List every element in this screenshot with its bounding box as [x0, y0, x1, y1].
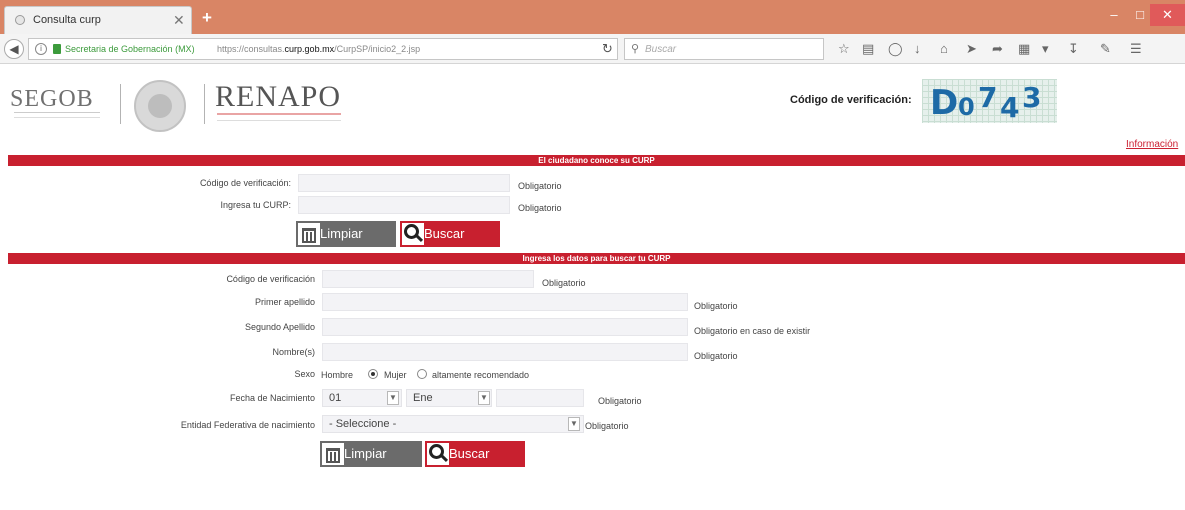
curp-required: Obligatorio	[518, 203, 562, 213]
birth-year-input[interactable]	[496, 389, 584, 407]
code-input[interactable]	[298, 174, 510, 192]
url-text: https://consultas.curp.gob.mx/CurpSP/ini…	[217, 44, 421, 54]
captcha-char: 3	[1022, 81, 1042, 114]
birthplace-label: Entidad Federativa de nacimiento	[180, 420, 315, 430]
sex-label: Sexo	[294, 369, 315, 379]
info-icon[interactable]: i	[35, 43, 47, 55]
logo-divider	[204, 84, 205, 124]
code-label: Código de verificación:	[199, 178, 291, 188]
trash-icon	[322, 443, 344, 465]
clear-button[interactable]: Limpiar	[296, 221, 396, 247]
second-surname-label: Segundo Apellido	[244, 322, 315, 332]
lock-icon[interactable]	[53, 44, 61, 54]
address-bar[interactable]: i Secretaria de Gobernación (MX) https:/…	[28, 38, 618, 60]
renapo-logo-subtext	[217, 113, 341, 121]
code-label: Código de verificación	[226, 274, 315, 284]
sex-female-radio[interactable]	[417, 369, 427, 379]
logo-divider	[120, 84, 121, 124]
name-required: Obligatorio	[694, 351, 738, 361]
segob-logo: SEGOB	[10, 86, 94, 112]
captcha-char: 4	[1000, 91, 1020, 124]
code-required: Obligatorio	[518, 181, 562, 191]
captcha-label: Código de verificación:	[790, 94, 912, 106]
search-button[interactable]: Buscar	[425, 441, 525, 467]
magnifier-icon	[402, 223, 424, 245]
bookmark-star-icon[interactable]: ☆	[838, 41, 850, 57]
share-icon[interactable]: ➦	[992, 41, 1003, 57]
chevron-down-icon[interactable]: ▼	[387, 391, 399, 405]
search-button[interactable]: Buscar	[400, 221, 500, 247]
chevron-down-icon[interactable]: ▼	[568, 417, 580, 431]
site-identity: Secretaria de Gobernación (MX)	[65, 44, 195, 54]
reload-icon[interactable]: ↻	[602, 41, 613, 57]
browser-navbar: ◀ i Secretaria de Gobernación (MX) https…	[0, 34, 1185, 64]
name-label: Nombre(s)	[272, 347, 315, 357]
captcha-image: D 0 7 4 3	[922, 79, 1057, 124]
new-tab-button[interactable]: +	[197, 9, 217, 27]
tab-title: Consulta curp	[33, 14, 101, 26]
back-button[interactable]: ◀	[4, 39, 24, 59]
second-surname-input[interactable]	[322, 318, 688, 336]
globe-icon	[15, 15, 25, 25]
browser-tab[interactable]: Consulta curp ✕	[4, 6, 192, 34]
sex-male-radio[interactable]	[368, 369, 378, 379]
download-icon[interactable]: ↓	[914, 41, 921, 56]
section1-banner: El ciudadano conoce su CURP	[8, 155, 1185, 166]
search-placeholder: Buscar	[645, 44, 677, 55]
pen-icon[interactable]: ✎	[1100, 41, 1111, 57]
second-surname-required: Obligatorio en caso de existir	[694, 326, 811, 336]
clear-button[interactable]: Limpiar	[320, 441, 422, 467]
close-tab-icon[interactable]: ✕	[173, 12, 185, 29]
first-surname-label: Primer apellido	[254, 297, 315, 307]
birthplace-select[interactable]: - Seleccione -	[322, 415, 584, 433]
chevron-down-icon[interactable]: ▼	[478, 391, 490, 405]
send-icon[interactable]: ➤	[966, 41, 977, 57]
magnifier-icon	[427, 443, 449, 465]
segob-logo-subtext	[14, 112, 100, 118]
curp-label: Ingresa tu CURP:	[220, 200, 291, 210]
trash-icon	[298, 223, 320, 245]
captcha-char: D	[930, 83, 959, 123]
download-arrow-icon[interactable]: ↧	[1068, 41, 1079, 57]
sex-note: altamente recomendado	[432, 370, 530, 380]
birthdate-required: Obligatorio	[598, 396, 642, 406]
renapo-logo: RENAPO	[215, 80, 342, 113]
code-required: Obligatorio	[542, 278, 586, 288]
reading-list-icon[interactable]: ▤	[862, 41, 874, 57]
captcha-char: 0	[958, 93, 975, 121]
search-bar[interactable]: ⚲ Buscar	[624, 38, 824, 60]
first-surname-input[interactable]	[322, 293, 688, 311]
national-seal-logo	[134, 80, 186, 132]
code-input[interactable]	[322, 270, 534, 288]
birthplace-required: Obligatorio	[585, 421, 629, 431]
dropdown-chevron-icon[interactable]: ▾	[1042, 41, 1049, 57]
sex-female-label: Mujer	[384, 370, 407, 380]
search-icon: ⚲	[631, 43, 640, 55]
first-surname-required: Obligatorio	[694, 301, 738, 311]
info-link[interactable]: Información	[1126, 139, 1178, 150]
birthdate-label: Fecha de Nacimiento	[229, 393, 315, 403]
sex-male-label: Hombre	[321, 370, 354, 380]
window-close-button[interactable]: ✕	[1150, 4, 1185, 26]
menu-icon[interactable]: ☰	[1130, 41, 1142, 57]
curp-input[interactable]	[298, 196, 510, 214]
pocket-icon[interactable]: ◯	[888, 41, 903, 57]
library-icon[interactable]: ▦	[1018, 41, 1030, 57]
name-input[interactable]	[322, 343, 688, 361]
section2-banner: Ingresa los datos para buscar tu CURP	[8, 253, 1185, 264]
browser-titlebar: Consulta curp ✕ + – □ ✕	[0, 0, 1185, 34]
captcha-char: 7	[978, 81, 998, 114]
home-icon[interactable]: ⌂	[940, 41, 948, 56]
